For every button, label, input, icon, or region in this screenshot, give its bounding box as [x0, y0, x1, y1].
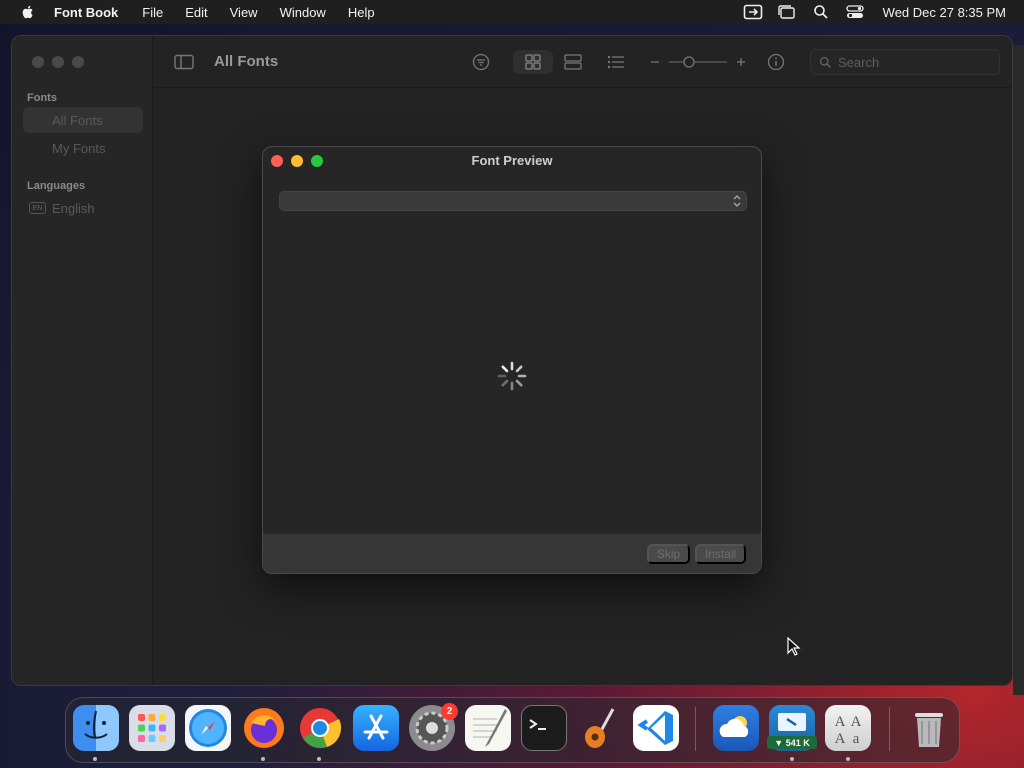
sidebar-item-label: My Fonts — [52, 140, 106, 156]
menu-view[interactable]: View — [230, 5, 258, 20]
sidebar-header-fonts: Fonts — [27, 92, 57, 104]
dock-separator — [695, 707, 696, 751]
font-preview-dialog: Font Preview Skip Install — [262, 146, 762, 574]
launchpad-icon[interactable] — [129, 705, 175, 751]
page-title: All Fonts — [214, 53, 279, 70]
firefox-icon[interactable] — [241, 705, 287, 751]
window-controls-inactive — [32, 56, 84, 68]
vscode-icon[interactable] — [633, 705, 679, 751]
textedit-icon[interactable] — [465, 705, 511, 751]
sidebar-item-my-fonts[interactable]: My Fonts — [23, 135, 143, 161]
network-speed-label: ▼ 541 K — [767, 736, 817, 749]
skip-button[interactable]: Skip — [647, 544, 690, 564]
dock-separator-trash — [889, 707, 890, 751]
font-select-popup[interactable] — [279, 191, 747, 211]
dialog-footer: Skip Install — [263, 533, 761, 573]
loading-spinner-icon — [497, 361, 527, 391]
menu-app-name[interactable]: Font Book — [54, 5, 118, 20]
svg-text:a: a — [853, 731, 860, 747]
info-icon[interactable] — [763, 50, 789, 74]
terminal-icon[interactable] — [521, 705, 567, 751]
finder-running-indicator — [93, 757, 97, 761]
search-input[interactable] — [838, 54, 988, 70]
chrome-icon[interactable] — [297, 705, 343, 751]
menu-edit[interactable]: Edit — [185, 5, 207, 20]
garageband-icon[interactable] — [577, 705, 623, 751]
grid-view-icon[interactable] — [513, 50, 553, 74]
menubar-clock[interactable]: Wed Dec 27 8:35 PM — [883, 5, 1006, 20]
zoom-button-inactive[interactable] — [72, 56, 84, 68]
sidebar-header-languages: Languages — [27, 180, 86, 192]
svg-text:A: A — [851, 714, 862, 730]
weather-icon[interactable] — [713, 705, 759, 751]
chrome-running-indicator — [317, 757, 321, 761]
menu-bar: Font Book File Edit View Window Help Wed… — [0, 0, 1024, 24]
size-slider[interactable] — [647, 50, 751, 74]
search-icon — [819, 56, 831, 68]
finder-icon[interactable] — [73, 705, 119, 751]
network-monitor-running-indicator — [790, 757, 794, 761]
sidebar-item-english[interactable]: EN English — [23, 195, 143, 221]
sidebar-item-label: All Fonts — [52, 112, 103, 128]
menu-help[interactable]: Help — [348, 5, 375, 20]
app-store-icon[interactable] — [353, 705, 399, 751]
safari-icon[interactable] — [185, 705, 231, 751]
dialog-titlebar[interactable]: Font Preview — [263, 147, 761, 175]
firefox-running-indicator — [261, 757, 265, 761]
chevron-up-down-icon — [733, 195, 741, 207]
background-window-edge — [1013, 45, 1024, 695]
mouse-cursor-icon — [787, 637, 801, 656]
sidebar-toggle-icon[interactable] — [171, 50, 197, 74]
settings-notification-badge: 2 — [441, 703, 458, 720]
search-field[interactable] — [810, 49, 1000, 75]
minimize-button-inactive[interactable] — [52, 56, 64, 68]
install-button[interactable]: Install — [695, 544, 746, 564]
toolbar: All Fonts — [153, 36, 1012, 88]
control-center-icon[interactable] — [845, 4, 865, 20]
menu-file[interactable]: File — [142, 5, 163, 20]
svg-text:A: A — [835, 731, 846, 747]
dialog-title: Font Preview — [471, 153, 553, 168]
font-book-running-indicator — [846, 757, 850, 761]
list-view-icon[interactable] — [603, 50, 629, 74]
sidebar-item-label: English — [52, 200, 95, 216]
trash-icon[interactable] — [906, 705, 952, 751]
menu-window[interactable]: Window — [280, 5, 326, 20]
strip-view-icon[interactable] — [560, 50, 586, 74]
font-book-icon[interactable]: AA Aa — [825, 705, 871, 751]
apple-menu-icon[interactable] — [20, 4, 36, 20]
window-stack-icon[interactable] — [777, 4, 797, 20]
filter-icon[interactable] — [468, 50, 494, 74]
svg-text:A: A — [835, 714, 846, 730]
sidebar-item-all-fonts[interactable]: All Fonts — [23, 107, 143, 133]
spotlight-search-icon[interactable] — [811, 4, 831, 20]
screen-mirror-icon[interactable] — [743, 4, 763, 20]
sidebar: Fonts All Fonts My Fonts Languages EN En… — [12, 36, 153, 685]
language-badge-icon: EN — [29, 202, 46, 214]
close-button-inactive[interactable] — [32, 56, 44, 68]
